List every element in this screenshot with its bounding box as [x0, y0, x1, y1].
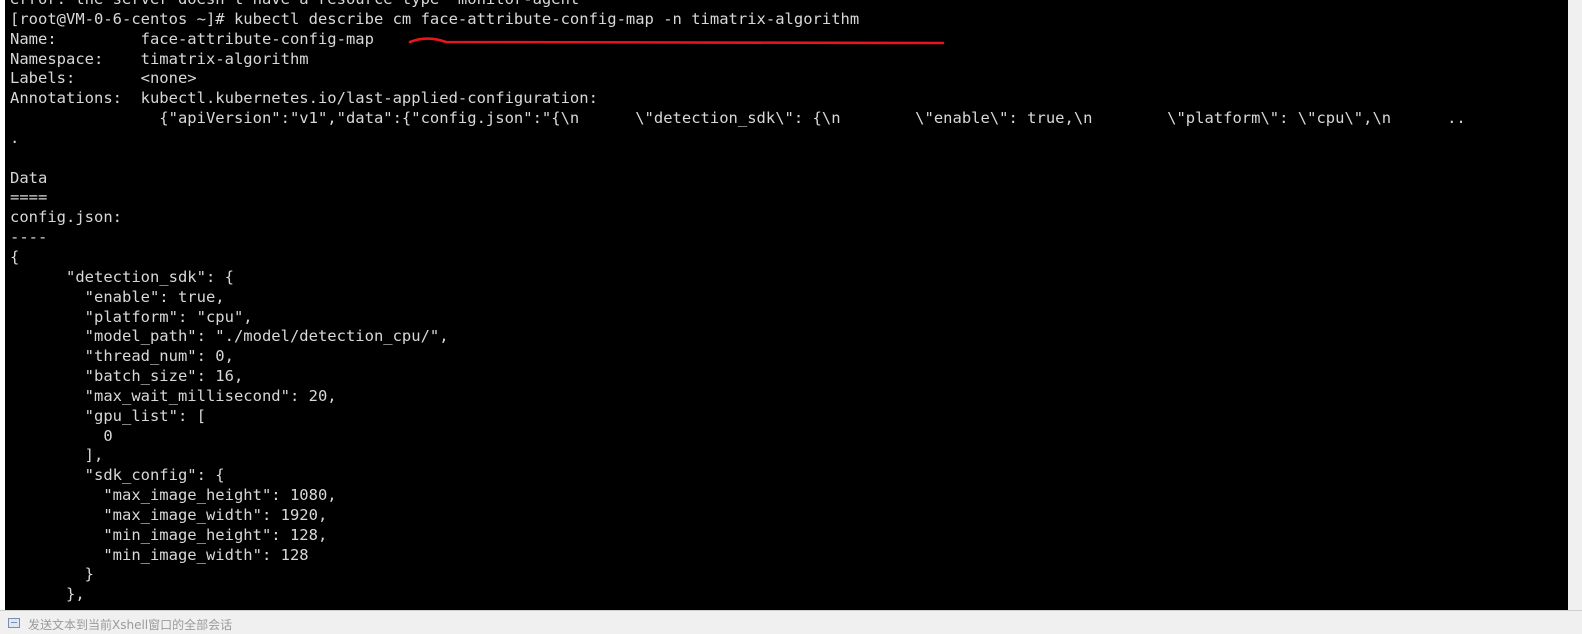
terminal-line: . — [10, 128, 20, 147]
red-underline-annotation — [408, 37, 945, 45]
terminal-line: Labels: <none> — [10, 69, 197, 88]
terminal-line: "platform": "cpu", — [10, 307, 253, 326]
status-bar: 发送文本到当前Xshell窗口的全部会话 — [0, 610, 1582, 634]
terminal-line: { — [10, 247, 20, 266]
terminal-line: 0 — [10, 426, 113, 445]
terminal-line: "min_image_height": 128, — [10, 525, 328, 544]
underline-stroke — [408, 37, 945, 45]
terminal-line: Data — [10, 168, 48, 187]
terminal-scrollbar[interactable] — [1568, 0, 1582, 610]
terminal-line: "max_image_height": 1080, — [10, 486, 337, 505]
terminal-line: "gpu_list": [ — [10, 406, 206, 425]
terminal-line: config.json: — [10, 208, 122, 227]
terminal-line: "thread_num": 0, — [10, 347, 234, 366]
status-bar-text: 发送文本到当前Xshell窗口的全部会话 — [28, 618, 233, 632]
terminal-line: Annotations: kubectl.kubernetes.io/last-… — [10, 89, 598, 108]
terminal-line: "min_image_width": 128 — [10, 545, 309, 564]
terminal-line: "max_wait_millisecond": 20, — [10, 386, 337, 405]
terminal-line: [root@VM-0-6-centos ~]# kubectl describe… — [10, 9, 860, 28]
terminal-line: "model_path": "./model/detection_cpu/", — [10, 327, 449, 346]
terminal-output: error: the server doesn't have a resourc… — [10, 0, 1466, 605]
terminal-line: "sdk_config": { — [10, 466, 225, 485]
terminal-line: {"apiVersion":"v1","data":{"config.json"… — [10, 109, 1466, 128]
terminal-line: ---- — [10, 228, 48, 247]
terminal-line: "max_image_width": 1920, — [10, 505, 328, 524]
terminal-window[interactable]: error: the server doesn't have a resourc… — [5, 0, 1568, 610]
terminal-line: "enable": true, — [10, 287, 225, 306]
terminal-line: "batch_size": 16, — [10, 367, 244, 386]
terminal-line: }, — [10, 585, 85, 604]
send-session-icon[interactable] — [8, 618, 20, 628]
terminal-line: } — [10, 565, 94, 584]
terminal-line: "detection_sdk": { — [10, 267, 234, 286]
terminal-line: ==== — [10, 188, 48, 207]
terminal-line: Namespace: timatrix-algorithm — [10, 49, 309, 68]
terminal-line: ], — [10, 446, 104, 465]
terminal-line: error: the server doesn't have a resourc… — [10, 0, 1466, 10]
